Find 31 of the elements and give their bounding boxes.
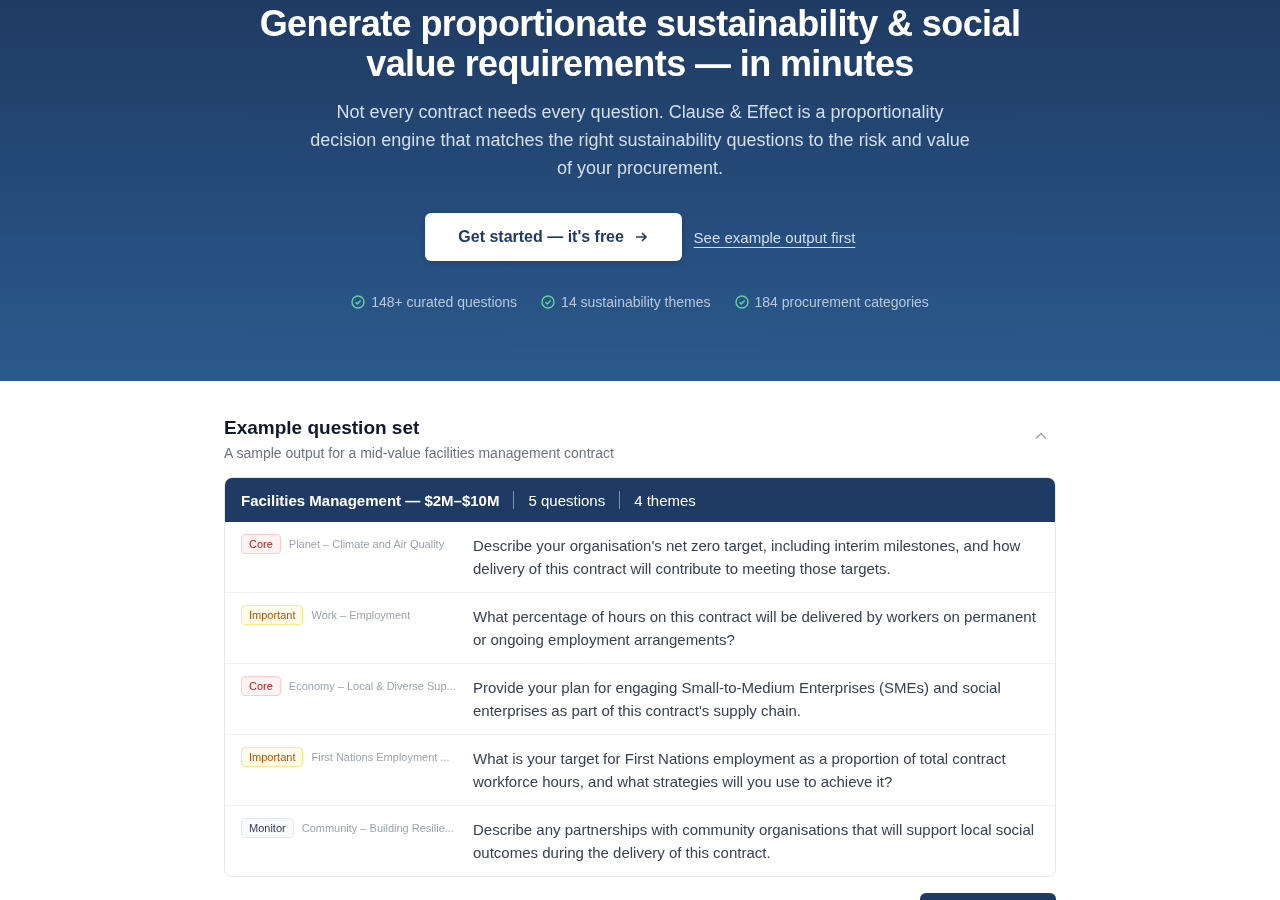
priority-tag: Core: [241, 676, 281, 696]
priority-tag: Monitor: [241, 818, 294, 838]
header-label: Facilities Management — $2M–$10M: [241, 491, 500, 509]
section-subtitle: A sample output for a mid-value facilities management contract: [224, 445, 614, 461]
priority-tag: Important: [241, 747, 304, 767]
question-text: What is your target for First Nations employment as a proportion of total contract workforce hours, and what strategies will you use to achieve it?: [473, 749, 1007, 792]
theme-label: Work – Employment: [311, 609, 411, 621]
theme-label: Community – Building Resilie...: [301, 822, 454, 834]
header-label: 5 questions: [528, 491, 606, 509]
arrow-right-icon: [633, 230, 648, 244]
check-circle-icon: [351, 295, 366, 309]
question-text: Describe any partnerships with community organisations that will support local social outcomes during the delivery of this contract.: [473, 820, 1036, 863]
hero-title: Generate proportionate sustainability & social value requirements — in minutes: [258, 4, 1022, 84]
check-circle-icon: [541, 295, 556, 309]
theme-label: Planet – Climate and Air Quality: [288, 538, 445, 550]
question-text: Provide your plan for engaging Small-to-Medium Enterprises (SMEs) and social enterprises as part of this contract's supply chain.: [473, 678, 1002, 721]
stat-label: 184 procurement categories: [754, 294, 929, 310]
priority-tag: Core: [241, 534, 281, 554]
theme-label: First Nations Employment ...: [311, 751, 450, 763]
header-label: 4 themes: [634, 491, 696, 509]
stat-label: 14 sustainability themes: [561, 294, 711, 310]
theme-label: Economy – Local & Diverse Sup...: [288, 680, 456, 692]
priority-tag: Important: [241, 605, 304, 625]
hero-subtitle: Not every contract needs every question. Clause & Effect is a proportionality decision engine that matches the right sustainability questions to the risk and value of your procurement.: [309, 101, 971, 180]
check-circle-icon: [734, 295, 749, 309]
stat-label: 148+ curated questions: [371, 294, 518, 310]
question-text: Describe your organisation's net zero target, including interim milestones, and how delivery of this contract will contribute to meeting those targets.: [473, 536, 1022, 579]
get-started-button[interactable]: Get started — it's free: [424, 213, 682, 261]
section-title: Example question set: [224, 416, 421, 440]
example-output-link[interactable]: See example output first: [693, 228, 856, 246]
question-text: What percentage of hours on this contract will be delivered by workers on permanent or ongoing employment arrangements?: [473, 607, 1037, 650]
